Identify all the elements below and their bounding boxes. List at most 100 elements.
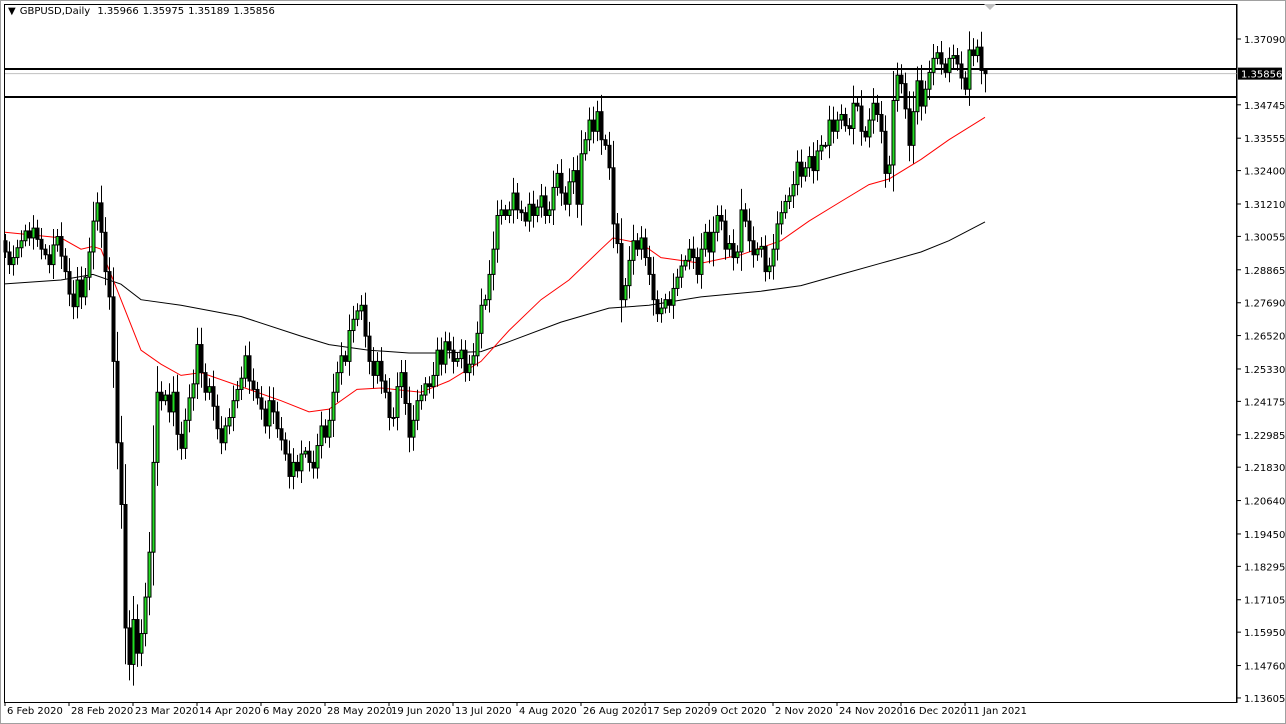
candle-body-bear (964, 78, 967, 89)
ohlc-close: 1.35856 (233, 6, 274, 17)
candle-body-bear (812, 157, 815, 171)
candle-body-bear (384, 381, 387, 392)
candle-body-bear (636, 241, 639, 249)
candle-body-bull (20, 241, 23, 248)
candle-body-bull (352, 319, 355, 330)
candle-body-bear (80, 280, 83, 297)
candle-body-bear (708, 232, 711, 252)
candle-body-bear (752, 241, 755, 255)
chart-window[interactable]: 1.370901.347451.335551.324001.312101.300… (0, 0, 1286, 724)
candle-body-bear (48, 255, 51, 265)
candle-body-bull (268, 401, 271, 426)
candle-body-bull (824, 145, 827, 146)
time-tick-label: 17 Sep 2020 (647, 706, 710, 717)
candle-body-bear (612, 168, 615, 224)
candle-body-bear (504, 210, 507, 216)
candle-body-bull (580, 154, 583, 205)
candle-body-bear (532, 204, 535, 215)
candle-body-bull (840, 114, 843, 120)
candle-body-bull (508, 210, 511, 216)
price-tick-label: 1.28865 (1244, 266, 1285, 277)
candle-body-bull (784, 201, 787, 212)
price-tick-label: 1.25330 (1244, 365, 1285, 376)
candle-body-bull (936, 53, 939, 59)
price-chart[interactable]: 1.370901.347451.335551.324001.312101.300… (0, 0, 1286, 724)
candle-body-bull (164, 395, 167, 401)
candle-body-bear (576, 171, 579, 205)
candle-body-bull (768, 266, 771, 272)
candle-body-bear (284, 440, 287, 454)
candle-body-bull (400, 373, 403, 387)
candle-body-bear (248, 356, 251, 381)
candle-body-bull (828, 120, 831, 145)
candle-body-bear (848, 126, 851, 129)
candle-body-bear (72, 294, 75, 307)
candle-body-bull (792, 185, 795, 196)
candle-body-bull (916, 81, 919, 112)
candle-body-bull (144, 597, 147, 633)
price-tick-label: 1.14760 (1244, 662, 1285, 673)
candle-body-bear (252, 381, 255, 389)
candle-body-bear (884, 131, 887, 173)
candle-body-bear (744, 210, 747, 221)
candle-body-bull (456, 359, 459, 362)
candle-body-bull (12, 258, 15, 265)
candle-body-bear (116, 361, 119, 442)
candle-body-bear (60, 237, 63, 257)
candle-body-bull (24, 231, 27, 241)
candle-body-bear (388, 392, 391, 417)
candle-body-bull (332, 392, 335, 420)
candle-body-bear (68, 272, 71, 294)
candle-body-bear (904, 84, 907, 109)
candle-body-bull (788, 196, 791, 202)
candle-body-bull (304, 451, 307, 454)
candle-body-bull (196, 345, 199, 384)
candle-body-bear (40, 239, 43, 249)
time-tick-label: 24 Nov 2020 (839, 706, 903, 717)
candle-body-bull (56, 237, 59, 245)
collapse-arrow-icon[interactable]: ▼ (8, 6, 16, 17)
candle-body-bear (520, 210, 523, 213)
candle-body-bull (468, 364, 471, 372)
candle-body-bull (740, 210, 743, 252)
candle-body-bear (36, 228, 39, 239)
time-tick-label: 11 Jan 2021 (967, 706, 1027, 717)
symbol-timeframe: GBPUSD,Daily (20, 6, 91, 17)
candle-body-bull (444, 342, 447, 364)
candle-body-bear (972, 50, 975, 56)
candle-body-bull (912, 112, 915, 146)
candle-body-bull (808, 157, 811, 168)
candle-body-bull (460, 350, 463, 358)
candle-body-bear (112, 297, 115, 362)
candle-body-bear (168, 395, 171, 412)
candle-body-bull (320, 426, 323, 446)
candle-body-bull (240, 378, 243, 389)
candle-body-bull (584, 140, 587, 154)
candle-body-bull (184, 420, 187, 448)
candle-body-bear (860, 106, 863, 131)
price-tick-label: 1.31210 (1244, 200, 1285, 211)
candle-body-bear (608, 145, 611, 167)
candle-body-bull (588, 120, 591, 140)
candle-body-bull (924, 89, 927, 106)
time-tick-label: 6 Feb 2020 (7, 706, 63, 717)
candle-body-bear (856, 103, 859, 106)
candle-body-bear (592, 120, 595, 131)
candle-body-bear (980, 47, 983, 70)
candle-body-bear (280, 429, 283, 440)
candle-body-bear (864, 131, 867, 137)
candle-body-bull (688, 249, 691, 260)
candle-body-bull (736, 252, 739, 258)
candle-body-bear (8, 252, 11, 265)
time-tick-label: 9 Oct 2020 (711, 706, 766, 717)
candle-body-bull (776, 224, 779, 249)
candle-body-bear (100, 203, 103, 232)
candle-body-bull (392, 418, 395, 419)
candle-body-bull (556, 173, 559, 187)
candle-body-bull (396, 387, 399, 418)
candle-body-bull (188, 398, 191, 420)
candle-body-bull (548, 210, 551, 216)
candle-body-bear (212, 387, 215, 407)
candle-body-bull (412, 420, 415, 437)
price-tick-label: 1.17105 (1244, 596, 1285, 607)
